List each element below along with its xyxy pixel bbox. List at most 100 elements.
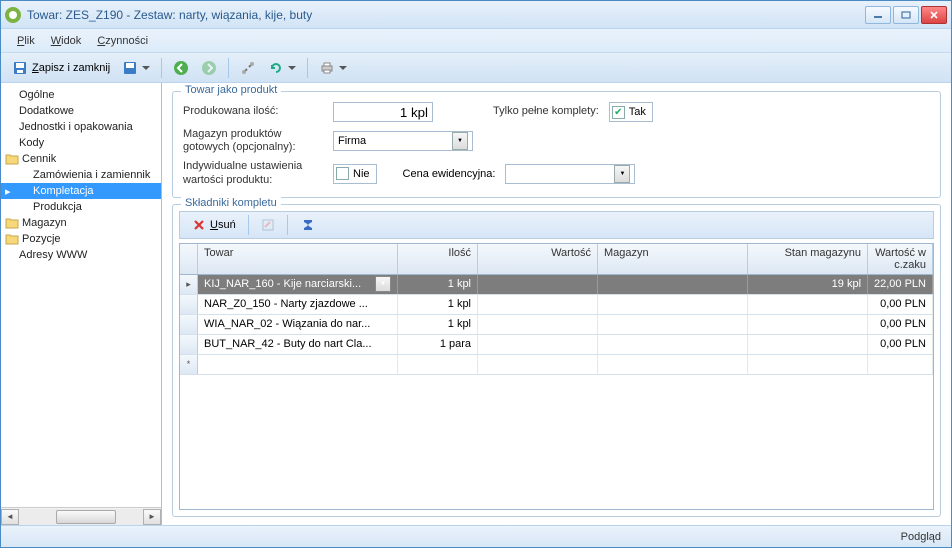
- cell-wartosc[interactable]: [478, 335, 598, 354]
- cell-stan[interactable]: [748, 335, 868, 354]
- table-row[interactable]: BUT_NAR_42 - Buty do nart Cla... 1 para …: [180, 335, 933, 355]
- sigma-icon: [300, 217, 316, 233]
- nav-tree[interactable]: Ogólne Dodatkowe Jednostki i opakowania …: [1, 83, 161, 507]
- cell-wcz[interactable]: 0,00 PLN: [868, 335, 933, 354]
- cell-magazyn[interactable]: [598, 335, 748, 354]
- components-group: Składniki kompletu Usuń: [172, 204, 941, 517]
- status-text[interactable]: Podgląd: [901, 531, 941, 543]
- sidebar-item-zamowienia[interactable]: Zamówienia i zamiennik: [1, 167, 161, 183]
- scroll-right-button[interactable]: ►: [143, 509, 161, 525]
- dropdown-icon: [339, 66, 347, 70]
- cell-towar[interactable]: BUT_NAR_42 - Buty do nart Cla...: [198, 335, 398, 354]
- back-button[interactable]: [168, 57, 194, 79]
- menu-widok[interactable]: Widok: [43, 33, 90, 49]
- row-indicator: [180, 335, 198, 354]
- toolbar-separator: [287, 215, 288, 235]
- table-row[interactable]: NAR_Z0_150 - Narty zjazdowe ... 1 kpl 0,…: [180, 295, 933, 315]
- cell-stan[interactable]: 19 kpl: [748, 275, 868, 294]
- toolbar-separator: [228, 58, 229, 78]
- cell-ilosc[interactable]: 1 kpl: [398, 315, 478, 334]
- save-close-button[interactable]: Zapisz i zamknij: [7, 57, 115, 79]
- cell-wartosc[interactable]: [478, 355, 598, 374]
- col-magazyn[interactable]: Magazyn: [598, 244, 748, 274]
- grid-body[interactable]: ▸ KIJ_NAR_160 - Kije narciarski... ▼ 1 k…: [180, 275, 933, 509]
- cell-towar[interactable]: NAR_Z0_150 - Narty zjazdowe ...: [198, 295, 398, 314]
- edit-button[interactable]: [255, 216, 281, 234]
- only-full-checkbox[interactable]: ✔ Tak: [609, 102, 653, 122]
- cell-magazyn[interactable]: [598, 295, 748, 314]
- window-controls: [865, 6, 947, 24]
- col-stan[interactable]: Stan magazynu: [748, 244, 868, 274]
- cell-stan[interactable]: [748, 315, 868, 334]
- cell-wcz[interactable]: 0,00 PLN: [868, 315, 933, 334]
- close-button[interactable]: [921, 6, 947, 24]
- check-icon: ✔: [612, 106, 625, 119]
- check-icon: [336, 167, 349, 180]
- menubar: Plik Widok Czynności: [1, 29, 951, 53]
- refresh-button[interactable]: [263, 57, 301, 79]
- app-icon: [5, 7, 21, 23]
- toolbar-separator: [161, 58, 162, 78]
- maximize-button[interactable]: [893, 6, 919, 24]
- cell-stan[interactable]: [748, 295, 868, 314]
- sidebar-item-jednostki[interactable]: Jednostki i opakowania: [1, 119, 161, 135]
- scroll-track[interactable]: [19, 509, 143, 525]
- table-row[interactable]: ▸ KIJ_NAR_160 - Kije narciarski... ▼ 1 k…: [180, 275, 933, 295]
- sum-button[interactable]: [294, 215, 322, 235]
- cell-ilosc[interactable]: 1 kpl: [398, 295, 478, 314]
- cell-wartosc[interactable]: [478, 315, 598, 334]
- product-group: Towar jako produkt Produkowana ilość: Ty…: [172, 91, 941, 198]
- cell-towar[interactable]: [198, 355, 398, 374]
- qty-input[interactable]: [333, 102, 433, 122]
- scroll-thumb[interactable]: [56, 510, 116, 524]
- menu-czynnosci[interactable]: Czynności: [89, 33, 156, 49]
- sidebar-item-kody[interactable]: Kody: [1, 135, 161, 151]
- cell-wartosc[interactable]: [478, 295, 598, 314]
- col-wartosc[interactable]: Wartość: [478, 244, 598, 274]
- cell-wcz[interactable]: 22,00 PLN: [868, 275, 933, 294]
- cell-magazyn[interactable]: [598, 315, 748, 334]
- cell-towar[interactable]: WIA_NAR_02 - Wiązania do nar...: [198, 315, 398, 334]
- sidebar-item-pozycje[interactable]: Pozycje: [1, 231, 161, 247]
- individual-checkbox[interactable]: Nie: [333, 164, 377, 184]
- sidebar-item-ogolne[interactable]: Ogólne: [1, 87, 161, 103]
- save-button[interactable]: [117, 57, 155, 79]
- cell-wcz[interactable]: [868, 355, 933, 374]
- folder-icon: [5, 153, 19, 165]
- sidebar-item-kompletacja[interactable]: Kompletacja: [1, 183, 161, 199]
- warehouse-select[interactable]: Firma ▼: [333, 131, 473, 151]
- tools-button[interactable]: [235, 57, 261, 79]
- delete-button[interactable]: Usuń: [186, 216, 242, 234]
- col-wcz[interactable]: Wartość w c.zaku: [868, 244, 933, 274]
- table-row[interactable]: WIA_NAR_02 - Wiązania do nar... 1 kpl 0,…: [180, 315, 933, 335]
- dropdown-icon: [142, 66, 150, 70]
- table-row-new[interactable]: *: [180, 355, 933, 375]
- cell-ilosc[interactable]: 1 kpl: [398, 275, 478, 294]
- sidebar-item-magazyn[interactable]: Magazyn: [1, 215, 161, 231]
- cell-ilosc[interactable]: 1 para: [398, 335, 478, 354]
- cell-magazyn[interactable]: [598, 355, 748, 374]
- sidebar-hscroll[interactable]: ◄ ►: [1, 507, 161, 525]
- dropdown-icon[interactable]: ▼: [375, 276, 391, 292]
- cell-wartosc[interactable]: [478, 275, 598, 294]
- col-ilosc[interactable]: Ilość: [398, 244, 478, 274]
- main-panel: Towar jako produkt Produkowana ilość: Ty…: [162, 83, 951, 525]
- forward-button[interactable]: [196, 57, 222, 79]
- cell-stan[interactable]: [748, 355, 868, 374]
- scroll-left-button[interactable]: ◄: [1, 509, 19, 525]
- cell-wcz[interactable]: 0,00 PLN: [868, 295, 933, 314]
- print-button[interactable]: [314, 57, 352, 79]
- price-select[interactable]: ▼: [505, 164, 635, 184]
- toolbar-separator: [248, 215, 249, 235]
- col-towar[interactable]: Towar: [198, 244, 398, 274]
- cell-magazyn[interactable]: [598, 275, 748, 294]
- sidebar-item-cennik[interactable]: Cennik: [1, 151, 161, 167]
- cell-ilosc[interactable]: [398, 355, 478, 374]
- menu-plik[interactable]: Plik: [9, 33, 43, 49]
- sidebar-item-dodatkowe[interactable]: Dodatkowe: [1, 103, 161, 119]
- sidebar-item-produkcja[interactable]: Produkcja: [1, 199, 161, 215]
- minimize-button[interactable]: [865, 6, 891, 24]
- components-group-title: Składniki kompletu: [181, 197, 281, 209]
- sidebar-item-adresy[interactable]: Adresy WWW: [1, 247, 161, 263]
- cell-towar[interactable]: KIJ_NAR_160 - Kije narciarski... ▼: [198, 275, 398, 294]
